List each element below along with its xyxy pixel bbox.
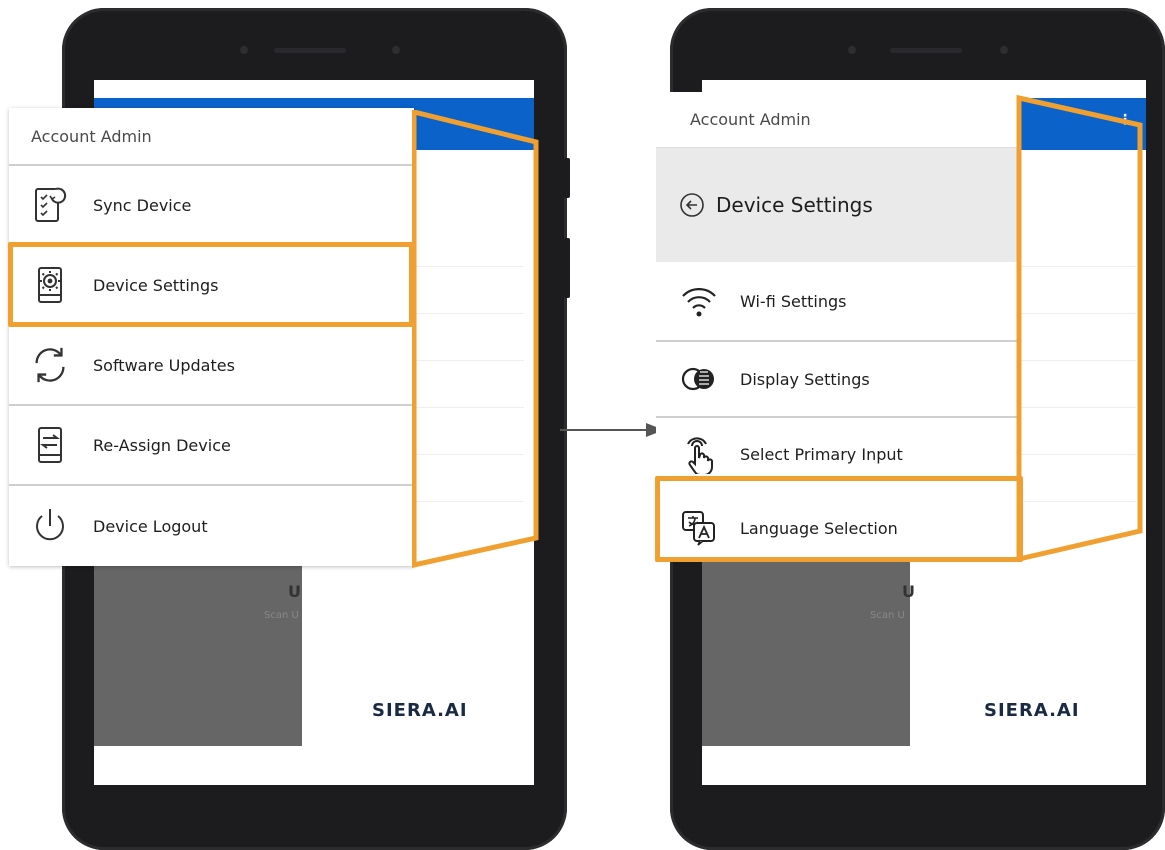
back-arrow-icon[interactable] xyxy=(678,191,706,219)
item-label: Re-Assign Device xyxy=(93,435,231,455)
wifi-settings-item[interactable]: Wi-fi Settings xyxy=(656,262,1020,342)
speaker-grille xyxy=(890,48,962,53)
wifi-icon xyxy=(678,280,720,322)
display-settings-item[interactable]: Display Settings xyxy=(656,342,1020,418)
camera-icon xyxy=(848,46,856,54)
software-updates-icon xyxy=(29,344,71,386)
account-admin-drawer: Account Admin Sync Device Device Setting… xyxy=(9,108,414,566)
device-settings-subheader: Device Settings xyxy=(656,148,1020,262)
drawer-header: Account Admin xyxy=(9,108,414,166)
item-label: Display Settings xyxy=(740,369,870,389)
sync-device-icon xyxy=(29,184,71,226)
speaker-grille xyxy=(274,48,346,53)
reassign-device-icon xyxy=(29,424,71,466)
tablet-bezel xyxy=(62,8,567,83)
device-settings-highlight xyxy=(8,242,414,327)
camera-icon xyxy=(240,46,248,54)
power-button xyxy=(564,238,570,298)
subheader-title: Device Settings xyxy=(716,193,873,217)
reassign-device-item[interactable]: Re-Assign Device xyxy=(9,406,414,486)
item-label: Wi-fi Settings xyxy=(740,291,847,311)
scan-text: Scan U xyxy=(264,610,299,621)
camera-preview-panel xyxy=(702,560,910,746)
item-label: Software Updates xyxy=(93,355,235,375)
drawer-header: Account Admin xyxy=(656,92,1020,148)
tablet-bezel xyxy=(670,8,1165,83)
big-letter: U xyxy=(902,582,915,601)
sync-device-item[interactable]: Sync Device xyxy=(9,166,414,246)
item-label: Select Primary Input xyxy=(740,444,903,464)
arrow-icon xyxy=(560,423,664,437)
camera-preview-panel xyxy=(94,560,302,746)
volume-button xyxy=(564,158,570,198)
language-selection-highlight xyxy=(655,476,1023,562)
light-sensor xyxy=(392,46,400,54)
item-label: Device Logout xyxy=(93,516,208,536)
device-logout-item[interactable]: Device Logout xyxy=(9,486,414,566)
power-icon xyxy=(29,505,71,547)
item-label: Sync Device xyxy=(93,195,192,215)
software-updates-item[interactable]: Software Updates xyxy=(9,326,414,406)
zoom-callout-left xyxy=(412,110,539,569)
light-sensor xyxy=(1000,46,1008,54)
scan-text: Scan U xyxy=(870,610,905,621)
big-letter: U xyxy=(288,582,301,601)
zoom-callout-right xyxy=(1016,95,1143,563)
siera-logo: SIERA.AI xyxy=(372,700,468,721)
touch-icon xyxy=(678,433,720,475)
display-icon xyxy=(678,358,720,400)
siera-logo: SIERA.AI xyxy=(984,700,1080,721)
